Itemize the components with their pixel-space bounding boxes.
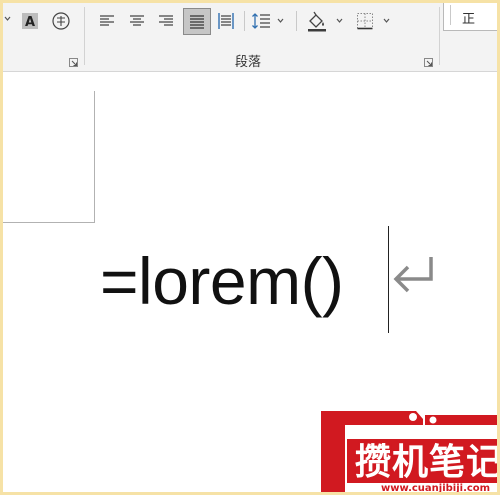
- separator: [296, 11, 297, 31]
- borders-dropdown-icon[interactable]: [383, 18, 390, 24]
- watermark-title: 攒机笔记: [355, 442, 497, 483]
- justify-button[interactable]: [183, 8, 211, 35]
- align-right-icon: [159, 15, 173, 26]
- distributed-align-button[interactable]: [215, 9, 237, 33]
- borders-icon: [357, 13, 373, 30]
- line-spacing-icon: [252, 13, 270, 29]
- paragraph-mark-icon: [393, 257, 433, 293]
- enclose-characters-icon: [52, 12, 70, 30]
- character-shading-button[interactable]: A: [19, 9, 41, 33]
- align-left-button[interactable]: [96, 9, 118, 33]
- paint-bucket-icon: [308, 11, 326, 32]
- separator: [244, 11, 245, 31]
- svg-text:A: A: [25, 15, 35, 30]
- shading-button[interactable]: [304, 9, 330, 33]
- style-gallery-item[interactable]: 正: [443, 3, 497, 31]
- align-center-icon: [130, 15, 144, 26]
- document-text[interactable]: =lorem(): [100, 241, 344, 321]
- shading-dropdown-icon[interactable]: [336, 18, 343, 24]
- line-spacing-button[interactable]: [250, 9, 272, 33]
- style-preview-label: 正: [462, 12, 476, 27]
- align-right-button[interactable]: [155, 9, 177, 33]
- enclose-characters-button[interactable]: [49, 9, 73, 33]
- align-center-button[interactable]: [126, 9, 148, 33]
- text-cursor: [388, 226, 389, 333]
- dialog-launcher-icon[interactable]: [69, 58, 79, 68]
- justify-icon: [190, 14, 204, 29]
- ribbon: A 正 段落: [3, 3, 497, 72]
- group-separator: [439, 7, 440, 65]
- borders-button[interactable]: [353, 9, 377, 33]
- distributed-align-icon: [218, 13, 234, 29]
- word-window: A 正 段落 =lorem() 攒机笔记 www.cuanjibiji.com: [3, 3, 497, 492]
- paragraph-dialog-launcher-icon[interactable]: [424, 58, 434, 68]
- paragraph-group-label: 段落: [234, 55, 261, 70]
- group-separator: [84, 7, 85, 65]
- chevron-down-icon[interactable]: [4, 16, 11, 22]
- watermark-url: www.cuanjibiji.com: [381, 483, 491, 492]
- page-margin-corner-mark: [3, 91, 95, 223]
- character-shading-icon: A: [22, 13, 38, 30]
- line-spacing-dropdown-icon[interactable]: [277, 18, 284, 24]
- align-left-icon: [100, 15, 114, 26]
